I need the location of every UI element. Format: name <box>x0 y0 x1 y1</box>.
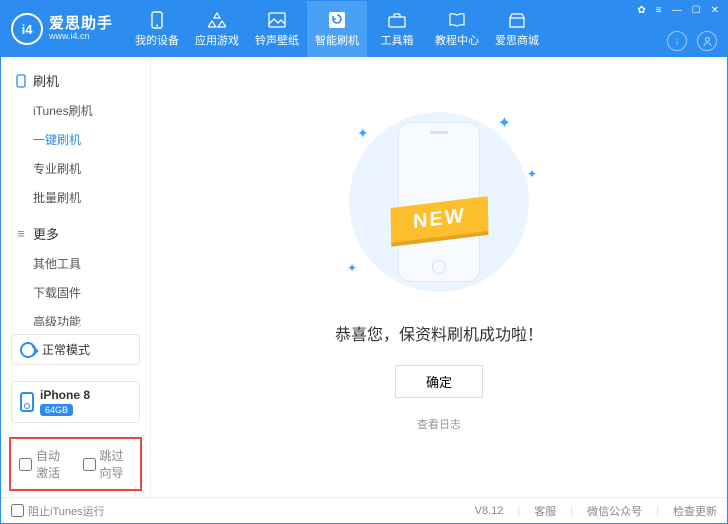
app-subtitle: www.i4.cn <box>49 32 113 42</box>
logo-area: i4 爱思助手 www.i4.cn <box>1 1 127 57</box>
refresh-icon <box>328 11 346 29</box>
version-label: V8.12 <box>475 505 504 517</box>
checkbox-input[interactable] <box>19 458 32 471</box>
mode-box[interactable]: 正常模式 <box>11 334 140 365</box>
divider: | <box>570 505 573 517</box>
skin-icon[interactable]: ✿ <box>635 5 647 16</box>
nav-tutorials[interactable]: 教程中心 <box>427 1 487 57</box>
nav-label: 应用游戏 <box>195 32 239 48</box>
checkbox-block-itunes[interactable]: 阻止iTunes运行 <box>11 503 105 519</box>
nav-label: 工具箱 <box>381 32 414 48</box>
sparkle-icon: ✦ <box>527 167 537 181</box>
sidebar-section-flash: 刷机 iTunes刷机 一键刷机 专业刷机 批量刷机 <box>1 67 150 206</box>
titlebar: i4 爱思助手 www.i4.cn 我的设备 应用游戏 铃声壁纸 智能刷机 <box>1 1 727 57</box>
nav-flash[interactable]: 智能刷机 <box>307 1 367 57</box>
hamburger-icon: ≡ <box>15 226 27 241</box>
sparkle-icon: ✦ <box>357 125 369 142</box>
ok-button[interactable]: 确定 <box>395 365 483 398</box>
sidebar-item-download-fw[interactable]: 下载固件 <box>33 284 150 301</box>
nav-label: 铃声壁纸 <box>255 32 299 48</box>
checkbox-input[interactable] <box>83 458 96 471</box>
sidebar-item-other-tools[interactable]: 其他工具 <box>33 255 150 272</box>
maximize-icon[interactable]: ☐ <box>690 5 703 16</box>
menu-icon[interactable]: ≡ <box>654 5 664 16</box>
user-controls: ↓ <box>667 31 717 51</box>
sparkle-icon: ✦ <box>498 113 511 133</box>
wechat-link[interactable]: 微信公众号 <box>587 503 642 519</box>
top-nav: 我的设备 应用游戏 铃声壁纸 智能刷机 工具箱 教程中心 <box>127 1 547 57</box>
sidebar-scroll[interactable]: 刷机 iTunes刷机 一键刷机 专业刷机 批量刷机 ≡ 更多 <box>1 57 150 326</box>
sidebar-section-more: ≡ 更多 其他工具 下载固件 高级功能 <box>1 220 150 326</box>
user-icon[interactable] <box>697 31 717 51</box>
device-icon <box>20 392 34 412</box>
sidebar: 刷机 iTunes刷机 一键刷机 专业刷机 批量刷机 ≡ 更多 <box>1 57 151 497</box>
view-log-link[interactable]: 查看日志 <box>417 416 461 432</box>
device-box[interactable]: iPhone 8 64GB <box>11 381 140 423</box>
divider: | <box>517 505 520 517</box>
image-icon <box>268 11 286 29</box>
minimize-icon[interactable]: — <box>670 5 684 16</box>
check-update-link[interactable]: 检查更新 <box>673 503 717 519</box>
toolbox-icon <box>388 11 406 29</box>
nav-ringtones[interactable]: 铃声壁纸 <box>247 1 307 57</box>
apps-icon <box>208 11 226 29</box>
logo-text: 爱思助手 www.i4.cn <box>49 16 113 42</box>
sidebar-item-onekey-flash[interactable]: 一键刷机 <box>33 131 150 148</box>
sidebar-head-more[interactable]: ≡ 更多 <box>1 220 150 247</box>
logo-icon: i4 <box>11 13 43 45</box>
device-capacity-badge: 64GB <box>40 404 73 416</box>
download-icon[interactable]: ↓ <box>667 31 687 51</box>
main-pane: ✦ ✦ ✦ ✦ NEW 恭喜您，保资料刷机成功啦！ 确定 查看日志 <box>151 57 727 497</box>
nav-label: 教程中心 <box>435 32 479 48</box>
success-illustration: ✦ ✦ ✦ ✦ NEW <box>329 107 549 297</box>
checkbox-auto-activate[interactable]: 自动激活 <box>19 447 69 481</box>
sidebar-head-flash[interactable]: 刷机 <box>1 67 150 94</box>
options-highlight-box: 自动激活 跳过向导 <box>9 437 142 491</box>
phone-icon <box>148 11 166 29</box>
sidebar-head-label: 更多 <box>33 224 59 243</box>
mode-label: 正常模式 <box>42 341 90 358</box>
nav-label: 我的设备 <box>135 32 179 48</box>
checkbox-input[interactable] <box>11 504 24 517</box>
body: 刷机 iTunes刷机 一键刷机 专业刷机 批量刷机 ≡ 更多 <box>1 57 727 497</box>
device-name: iPhone 8 <box>40 388 90 402</box>
checkbox-label: 自动激活 <box>36 447 69 481</box>
success-message: 恭喜您，保资料刷机成功啦！ <box>335 321 543 345</box>
nav-my-device[interactable]: 我的设备 <box>127 1 187 57</box>
sidebar-item-batch-flash[interactable]: 批量刷机 <box>33 189 150 206</box>
support-link[interactable]: 客服 <box>534 503 556 519</box>
checkbox-label: 阻止iTunes运行 <box>28 503 105 519</box>
refresh-circle-icon <box>20 342 36 358</box>
book-icon <box>448 11 466 29</box>
device-info: iPhone 8 64GB <box>40 388 90 416</box>
status-right: V8.12 | 客服 | 微信公众号 | 检查更新 <box>475 503 717 519</box>
app-window: i4 爱思助手 www.i4.cn 我的设备 应用游戏 铃声壁纸 智能刷机 <box>0 0 728 524</box>
window-controls: ✿ ≡ — ☐ ✕ <box>635 5 721 16</box>
phone-outline-icon <box>15 74 27 88</box>
sparkle-icon: ✦ <box>347 261 357 275</box>
checkbox-label: 跳过向导 <box>100 447 133 481</box>
sidebar-item-pro-flash[interactable]: 专业刷机 <box>33 160 150 177</box>
checkbox-skip-guide[interactable]: 跳过向导 <box>83 447 133 481</box>
sidebar-item-advanced[interactable]: 高级功能 <box>33 313 150 326</box>
nav-toolbox[interactable]: 工具箱 <box>367 1 427 57</box>
app-title: 爱思助手 <box>49 16 113 33</box>
status-bar: 阻止iTunes运行 V8.12 | 客服 | 微信公众号 | 检查更新 <box>1 497 727 523</box>
nav-label: 智能刷机 <box>315 32 359 48</box>
close-icon[interactable]: ✕ <box>709 5 721 16</box>
nav-label: 爱思商城 <box>495 32 539 48</box>
nav-store[interactable]: 爱思商城 <box>487 1 547 57</box>
divider: | <box>656 505 659 517</box>
sidebar-item-itunes-flash[interactable]: iTunes刷机 <box>33 102 150 119</box>
store-icon <box>508 11 526 29</box>
nav-apps[interactable]: 应用游戏 <box>187 1 247 57</box>
sidebar-head-label: 刷机 <box>33 71 59 90</box>
